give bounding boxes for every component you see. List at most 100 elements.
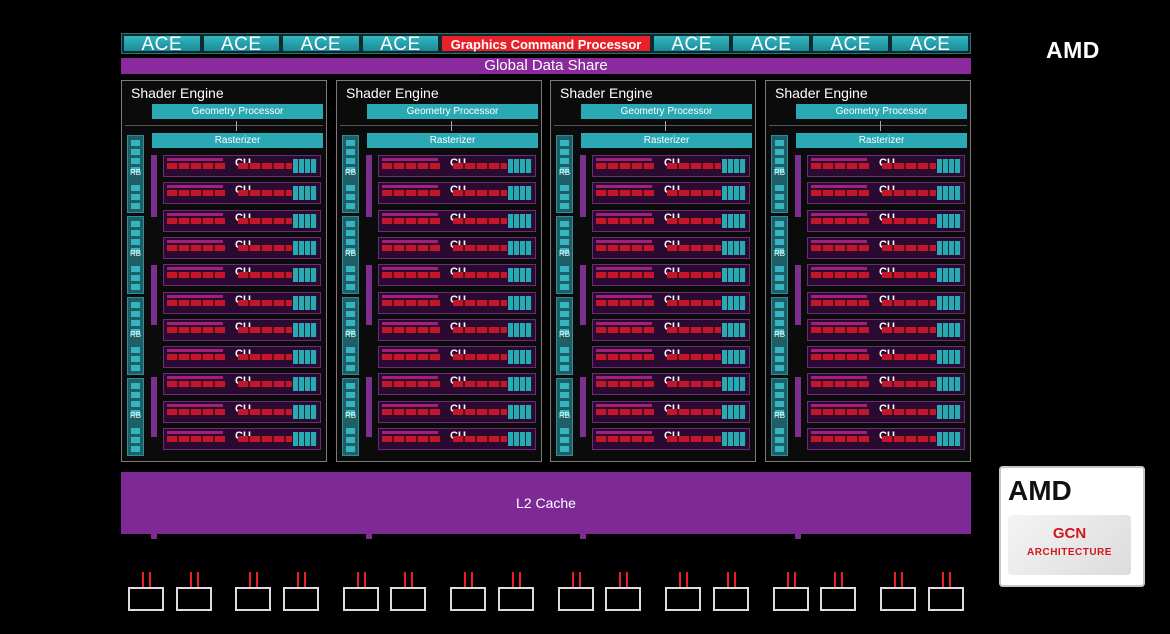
cu-strip	[382, 158, 438, 161]
rb-cell	[775, 365, 784, 371]
cu-cache	[722, 268, 746, 283]
cu-cache	[722, 295, 746, 310]
compute-unit: CU	[163, 428, 321, 450]
rb-cell	[131, 347, 140, 353]
rb-cell	[131, 239, 140, 245]
rb-label: RB	[344, 411, 357, 420]
compute-unit: CU	[378, 346, 536, 369]
up-arrow	[297, 572, 299, 587]
cu-cache	[937, 186, 961, 201]
gcn-badge: AMD GCN ARCHITECTURE	[999, 466, 1145, 587]
geometry-processor: Geometry Processor	[796, 104, 967, 119]
compute-unit: CU	[807, 373, 965, 396]
memory-controller	[928, 572, 964, 611]
compute-unit: CU	[163, 400, 321, 423]
cu-strip	[167, 294, 223, 298]
cu-cache	[722, 159, 746, 173]
rb-cell	[131, 356, 140, 362]
rb-cell	[560, 185, 569, 191]
up-arrow	[404, 572, 406, 587]
rb-cell	[131, 284, 140, 290]
rb-label: RB	[344, 330, 357, 339]
render-backend: RB	[771, 378, 788, 456]
global-data-share: Global Data Share	[121, 58, 971, 74]
rb-cell	[346, 302, 355, 308]
rb-cell	[560, 266, 569, 272]
compute-unit: CU	[378, 318, 536, 341]
rb-cell	[775, 356, 784, 362]
cu-simd	[382, 408, 440, 415]
cu-simd	[667, 244, 721, 251]
cu-simd	[882, 381, 936, 388]
cu-cache	[937, 432, 961, 446]
cu-simd	[882, 163, 936, 169]
compute-unit: CU	[807, 318, 965, 341]
cu-cache	[937, 295, 961, 310]
instruction-cache-bar	[580, 155, 586, 217]
down-arrow	[411, 572, 413, 587]
rb-cell	[346, 347, 355, 353]
cu-cache	[722, 213, 746, 228]
compute-unit: CU	[163, 346, 321, 369]
cu-simd	[596, 299, 654, 306]
instruction-cache-bar	[795, 265, 801, 325]
memory-controller	[498, 572, 534, 611]
arrow	[236, 121, 237, 131]
down-arrow	[471, 572, 473, 587]
rb-cell	[131, 365, 140, 371]
up-arrow	[894, 572, 896, 587]
compute-unit: CU	[807, 400, 965, 423]
rb-cell	[775, 437, 784, 443]
compute-unit: CU	[378, 155, 536, 177]
rb-cell	[346, 365, 355, 371]
compute-unit: CU	[378, 428, 536, 450]
cu-strip	[811, 376, 867, 380]
compute-unit: CU	[807, 209, 965, 232]
cu-cache	[508, 404, 532, 419]
ace-unit: ACE	[653, 35, 730, 54]
rb-label: RB	[344, 249, 357, 258]
shader-engine: Shader Engine Geometry Processor Rasterize…	[765, 80, 971, 539]
cu-simd	[238, 299, 292, 306]
instruction-cache-bar	[795, 377, 801, 437]
cu-simd	[596, 244, 654, 251]
compute-unit: CU	[378, 291, 536, 314]
shader-engine-title: Shader Engine	[131, 85, 224, 101]
cu-cache	[508, 268, 532, 283]
cu-simd	[453, 381, 507, 388]
rb-cell	[560, 392, 569, 398]
render-backend: RB	[127, 135, 144, 213]
down-arrow	[256, 572, 258, 587]
rb-cell	[346, 158, 355, 164]
cu-simd	[167, 354, 225, 361]
rb-cell	[131, 149, 140, 155]
rb-label: RB	[129, 411, 142, 420]
cu-simd	[382, 436, 440, 442]
cu-simd	[167, 381, 225, 388]
rb-cell	[131, 437, 140, 443]
cu-strip	[167, 403, 223, 407]
ace-unit: ACE	[892, 35, 968, 54]
rb-cell	[560, 275, 569, 281]
cu-simd	[453, 299, 507, 306]
cu-simd	[811, 436, 869, 442]
instruction-cache-bar	[151, 377, 157, 437]
cu-simd	[238, 190, 292, 197]
up-arrow	[572, 572, 574, 587]
divider	[340, 125, 538, 126]
compute-unit: CU	[163, 182, 321, 205]
memory-controller	[390, 572, 426, 611]
cu-strip	[382, 321, 438, 325]
cu-cache	[293, 159, 317, 173]
rb-cell	[131, 302, 140, 308]
rb-label: RB	[129, 168, 142, 177]
cu-simd	[453, 272, 507, 279]
cu-simd	[453, 190, 507, 197]
rb-cell	[560, 302, 569, 308]
cu-strip	[167, 185, 223, 189]
rb-cell	[131, 194, 140, 200]
cu-simd	[238, 163, 292, 169]
cu-strip	[811, 349, 867, 353]
instruction-cache-bar	[580, 265, 586, 325]
badge-subtitle: ARCHITECTURE	[1027, 547, 1112, 558]
